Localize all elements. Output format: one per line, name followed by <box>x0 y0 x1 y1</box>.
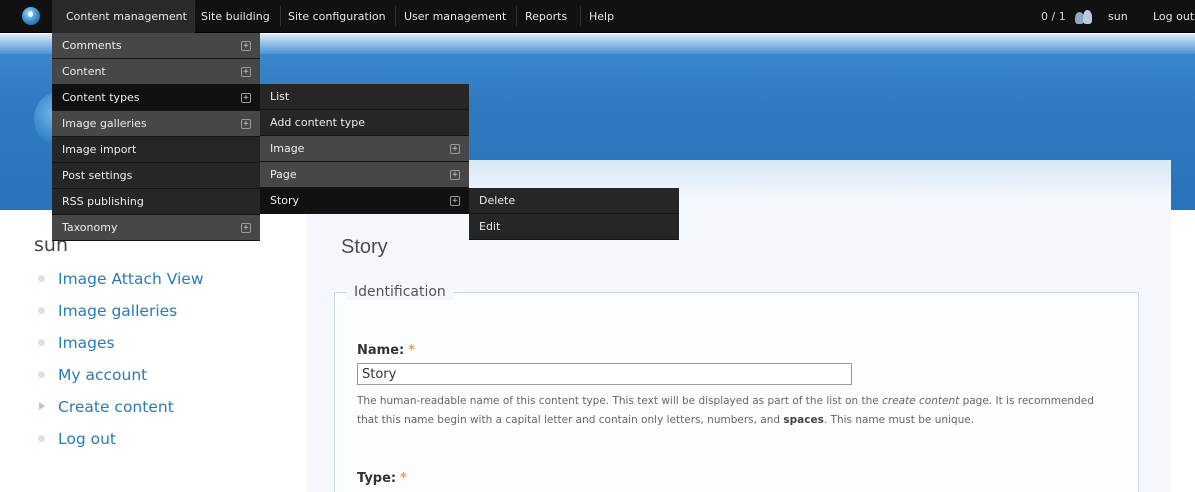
name-label-text: Name: <box>357 343 405 358</box>
menu-item-image-galleries[interactable]: Image galleries + <box>52 111 260 137</box>
bullet-icon <box>38 275 45 282</box>
menu-item-page[interactable]: Page + <box>260 162 469 188</box>
users-icon <box>1074 9 1094 25</box>
name-label: Name: * <box>357 343 415 358</box>
menu-reports[interactable]: Reports <box>525 0 567 33</box>
menu-item-rss-publishing[interactable]: RSS publishing <box>52 189 260 215</box>
menu-help[interactable]: Help <box>589 0 614 33</box>
menu-item-image[interactable]: Image + <box>260 136 469 162</box>
user-navigation: Image Attach View Image galleries Images… <box>36 270 204 462</box>
sidebar-item-image-galleries[interactable]: Image galleries <box>36 302 204 334</box>
expand-plus-icon[interactable]: + <box>241 119 251 129</box>
required-mark: * <box>408 343 416 358</box>
menu-divider <box>395 6 396 26</box>
menu-user-management[interactable]: User management <box>404 0 506 33</box>
menu-item-edit[interactable]: Edit <box>469 214 679 240</box>
sidebar-item-image-attach-view[interactable]: Image Attach View <box>36 270 204 302</box>
sidebar-item-my-account[interactable]: My account <box>36 366 204 398</box>
menu-item-post-settings[interactable]: Post settings <box>52 163 260 189</box>
menu-site-building[interactable]: Site building <box>201 0 270 33</box>
menu-item-list[interactable]: List <box>260 84 469 110</box>
fieldset-legend[interactable]: Identification <box>346 284 454 300</box>
online-counter: 0 / 1 <box>1041 10 1066 23</box>
type-label: Type: * <box>357 471 407 486</box>
sidebar-item-images[interactable]: Images <box>36 334 204 366</box>
menu-item-taxonomy[interactable]: Taxonomy + <box>52 215 260 241</box>
type-label-text: Type: <box>357 471 397 486</box>
expand-plus-icon[interactable]: + <box>241 223 251 233</box>
logout-link[interactable]: Log out <box>1153 0 1194 33</box>
sidebar-item-log-out[interactable]: Log out <box>36 430 204 462</box>
expand-plus-icon[interactable]: + <box>241 93 251 103</box>
name-input[interactable] <box>357 363 852 385</box>
bullet-icon <box>38 339 45 346</box>
menu-item-content-types[interactable]: Content types + <box>52 85 260 111</box>
story-submenu: Delete Edit <box>469 188 679 240</box>
user-link[interactable]: sun <box>1108 0 1128 33</box>
expand-plus-icon[interactable]: + <box>450 170 460 180</box>
menu-item-image-import[interactable]: Image import <box>52 137 260 163</box>
content-types-submenu: List Add content type Image + Page + Story… <box>260 84 469 214</box>
required-mark: * <box>400 471 407 486</box>
expand-plus-icon[interactable]: + <box>450 144 460 154</box>
menu-content-management[interactable]: Content management <box>52 0 195 33</box>
drupal-logo-icon[interactable] <box>22 7 40 25</box>
sidebar-item-create-content[interactable]: Create content <box>36 398 204 430</box>
menu-divider <box>280 6 281 26</box>
menu-divider <box>194 6 195 26</box>
menu-divider <box>580 6 581 26</box>
menu-item-story[interactable]: Story + <box>260 188 469 214</box>
menu-item-delete[interactable]: Delete <box>469 188 679 214</box>
create-content-text: create content <box>882 395 960 407</box>
bullet-icon <box>38 307 45 314</box>
expand-plus-icon[interactable]: + <box>241 41 251 51</box>
menu-item-add-content-type[interactable]: Add content type <box>260 110 469 136</box>
menu-item-comments[interactable]: Comments + <box>52 33 260 59</box>
admin-toolbar: Content management Site building Site co… <box>0 0 1195 33</box>
name-description: The human-readable name of this content … <box>357 395 1094 426</box>
bullet-icon <box>38 371 45 378</box>
menu-divider <box>516 6 517 26</box>
expand-plus-icon[interactable]: + <box>450 196 460 206</box>
page-title: Story <box>341 236 388 258</box>
expand-plus-icon[interactable]: + <box>241 67 251 77</box>
triangle-bullet-icon <box>39 402 45 410</box>
content-management-dropdown: Comments + Content + Content types + Image … <box>52 33 260 241</box>
menu-site-configuration[interactable]: Site configuration <box>288 0 386 33</box>
bullet-icon <box>38 435 45 442</box>
menu-item-content[interactable]: Content + <box>52 59 260 85</box>
